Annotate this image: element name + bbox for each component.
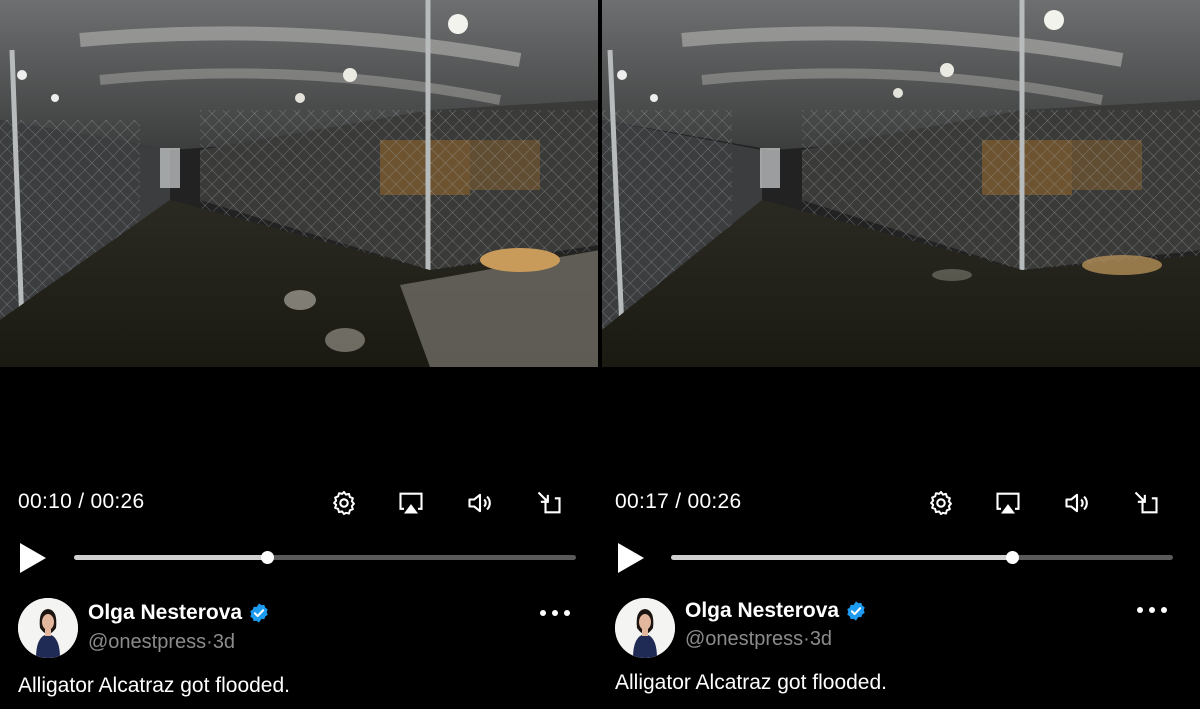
profile-photo	[18, 598, 78, 658]
author-handle[interactable]: @onestpress	[685, 628, 803, 650]
time-separator: /	[669, 490, 688, 513]
settings-icon	[333, 490, 355, 516]
video-frame[interactable]	[0, 0, 598, 367]
video-timestamp: 00:17 / 00:26	[615, 490, 742, 514]
progress-bar[interactable]	[74, 551, 576, 564]
post-age[interactable]: 3d	[213, 631, 235, 653]
flooded-facility-scene	[602, 0, 1200, 367]
author-handle[interactable]: @onestpress	[88, 631, 206, 653]
author-name[interactable]: Olga Nesterova	[88, 601, 242, 625]
progress-thumb[interactable]	[1006, 551, 1020, 564]
video-timestamp: 00:10 / 00:26	[18, 490, 145, 514]
handle-row: @onestpress·3d	[685, 628, 832, 651]
current-time: 00:17	[615, 490, 670, 513]
play-icon[interactable]	[614, 540, 648, 576]
author-name[interactable]: Olga Nesterova	[685, 599, 839, 623]
time-separator: /	[72, 490, 91, 513]
video-panel-left: 00:10 / 00:26 Olga Nesterova @onestpress…	[0, 0, 598, 709]
verified-badge-icon	[847, 601, 865, 621]
post-age[interactable]: 3d	[810, 628, 832, 650]
duration: 00:26	[90, 490, 145, 513]
airplay-icon	[399, 492, 423, 514]
settings-button[interactable]	[924, 486, 958, 520]
progress-thumb[interactable]	[261, 551, 275, 564]
exit-fullscreen-button[interactable]	[1129, 486, 1163, 520]
video-panel-right: 00:17 / 00:26 Olga Nesterova @onestpress…	[602, 0, 1200, 709]
more-options-icon[interactable]	[1135, 597, 1169, 623]
play-icon[interactable]	[16, 540, 50, 576]
settings-button[interactable]	[327, 486, 361, 520]
progress-fill	[74, 555, 268, 560]
flooded-facility-scene	[0, 0, 598, 367]
avatar[interactable]	[18, 598, 78, 658]
progress-bar[interactable]	[671, 551, 1173, 564]
volume-icon	[468, 493, 491, 513]
video-frame[interactable]	[602, 0, 1200, 367]
profile-photo	[615, 598, 675, 658]
more-options-icon[interactable]	[538, 600, 572, 626]
settings-icon	[930, 490, 952, 516]
avatar[interactable]	[615, 598, 675, 658]
volume-button[interactable]	[463, 486, 497, 520]
duration: 00:26	[687, 490, 742, 513]
author-row: Olga Nesterova	[88, 601, 270, 625]
airplay-icon	[996, 492, 1020, 514]
airplay-button[interactable]	[991, 486, 1025, 520]
post-text: Alligator Alcatraz got flooded.	[615, 671, 887, 694]
airplay-button[interactable]	[394, 486, 428, 520]
progress-fill	[671, 555, 1013, 560]
exit-fullscreen-icon	[1134, 491, 1158, 514]
volume-button[interactable]	[1060, 486, 1094, 520]
handle-row: @onestpress·3d	[88, 631, 235, 654]
current-time: 00:10	[18, 490, 73, 513]
exit-fullscreen-button[interactable]	[532, 486, 566, 520]
volume-icon	[1065, 493, 1088, 513]
post-text: Alligator Alcatraz got flooded.	[18, 674, 290, 697]
author-row: Olga Nesterova	[685, 599, 867, 623]
dot-separator: ·	[206, 631, 213, 653]
dot-separator: ·	[803, 628, 810, 650]
verified-badge-icon	[250, 603, 268, 623]
exit-fullscreen-icon	[537, 491, 561, 514]
